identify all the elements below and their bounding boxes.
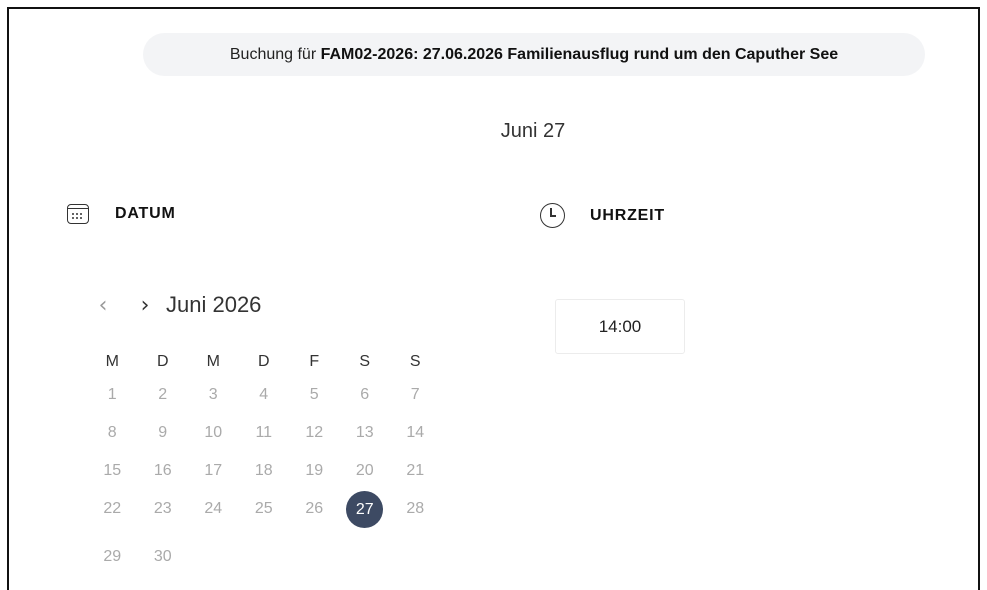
- clock-icon: [540, 203, 565, 228]
- calendar-day: 24: [204, 500, 223, 517]
- chevron-right-icon[interactable]: ›: [132, 293, 158, 318]
- calendar-day: 19: [305, 462, 324, 479]
- calendar-day: 18: [254, 462, 273, 479]
- calendar-day: 22: [103, 500, 122, 517]
- time-section-label: UHRZEIT: [590, 206, 665, 224]
- calendar-day: 10: [204, 424, 223, 441]
- weekday-header-row: M D M D F S S: [87, 348, 441, 376]
- calendar-day: 20: [355, 462, 374, 479]
- weekday-label: D: [156, 353, 169, 370]
- date-section-header: DATUM: [67, 204, 176, 224]
- date-section-label: DATUM: [115, 205, 176, 222]
- booking-title: FAM02-2026: 27.06.2026 Familienausflug r…: [320, 45, 839, 63]
- weekday-label: S: [359, 353, 371, 370]
- calendar-day: 25: [254, 500, 273, 517]
- calendar-day: 30: [153, 548, 172, 565]
- calendar-day: 17: [204, 462, 223, 479]
- time-section-header: UHRZEIT: [540, 203, 665, 228]
- weekday-label: D: [257, 353, 270, 370]
- calendar-day: 8: [107, 424, 117, 441]
- calendar-day: 6: [360, 386, 370, 403]
- calendar-day: 28: [406, 500, 425, 517]
- calendar-week-row: 8 9 10 11 12 13 14: [87, 414, 441, 452]
- calendar-day: 7: [410, 386, 420, 403]
- time-slot-button[interactable]: 14:00: [555, 299, 685, 354]
- calendar-week-row: 29 30: [87, 538, 441, 576]
- calendar-day: 11: [255, 424, 273, 441]
- weekday-label: F: [309, 353, 320, 370]
- booking-banner: Buchung für FAM02-2026: 27.06.2026 Famil…: [143, 33, 925, 76]
- calendar-day: 5: [309, 386, 319, 403]
- calendar-day: 26: [305, 500, 324, 517]
- calendar-day: 29: [103, 548, 122, 565]
- chevron-left-icon[interactable]: ‹: [90, 293, 116, 318]
- calendar-day: 4: [259, 386, 269, 403]
- calendar-week-row: 22 23 24 25 26 27 28: [87, 490, 441, 528]
- calendar-day: 14: [406, 424, 425, 441]
- booking-prefix: Buchung für: [229, 45, 317, 63]
- calendar-day: 3: [208, 386, 218, 403]
- calendar-day: 15: [103, 462, 122, 479]
- calendar-day: 16: [153, 462, 172, 479]
- month-navigation: ‹ › Juni 2026: [90, 292, 262, 318]
- month-label: Juni 2026: [166, 292, 262, 317]
- weekday-label: M: [105, 353, 119, 370]
- calendar-day: 13: [355, 424, 374, 441]
- calendar-week-row: 15 16 17 18 19 20 21: [87, 452, 441, 490]
- calendar-week-row: 1 2 3 4 5 6 7: [87, 376, 441, 414]
- selected-date-title: Juni 27: [500, 120, 566, 142]
- calendar-day: 21: [406, 462, 425, 479]
- weekday-label: S: [409, 353, 421, 370]
- selected-day-label: 27: [346, 490, 384, 528]
- calendar-day: 1: [107, 386, 117, 403]
- calendar-day: 9: [158, 424, 168, 441]
- calendar-day: 2: [158, 386, 168, 403]
- weekday-label: M: [206, 353, 220, 370]
- calendar-day: 12: [305, 424, 324, 441]
- calendar-day: 23: [153, 500, 172, 517]
- calendar-grid: M D M D F S S 1 2 3 4 5 6 7 8 9 10 11 12…: [87, 348, 441, 576]
- calendar-day-selected[interactable]: 27: [340, 490, 391, 528]
- calendar-icon: [67, 204, 89, 224]
